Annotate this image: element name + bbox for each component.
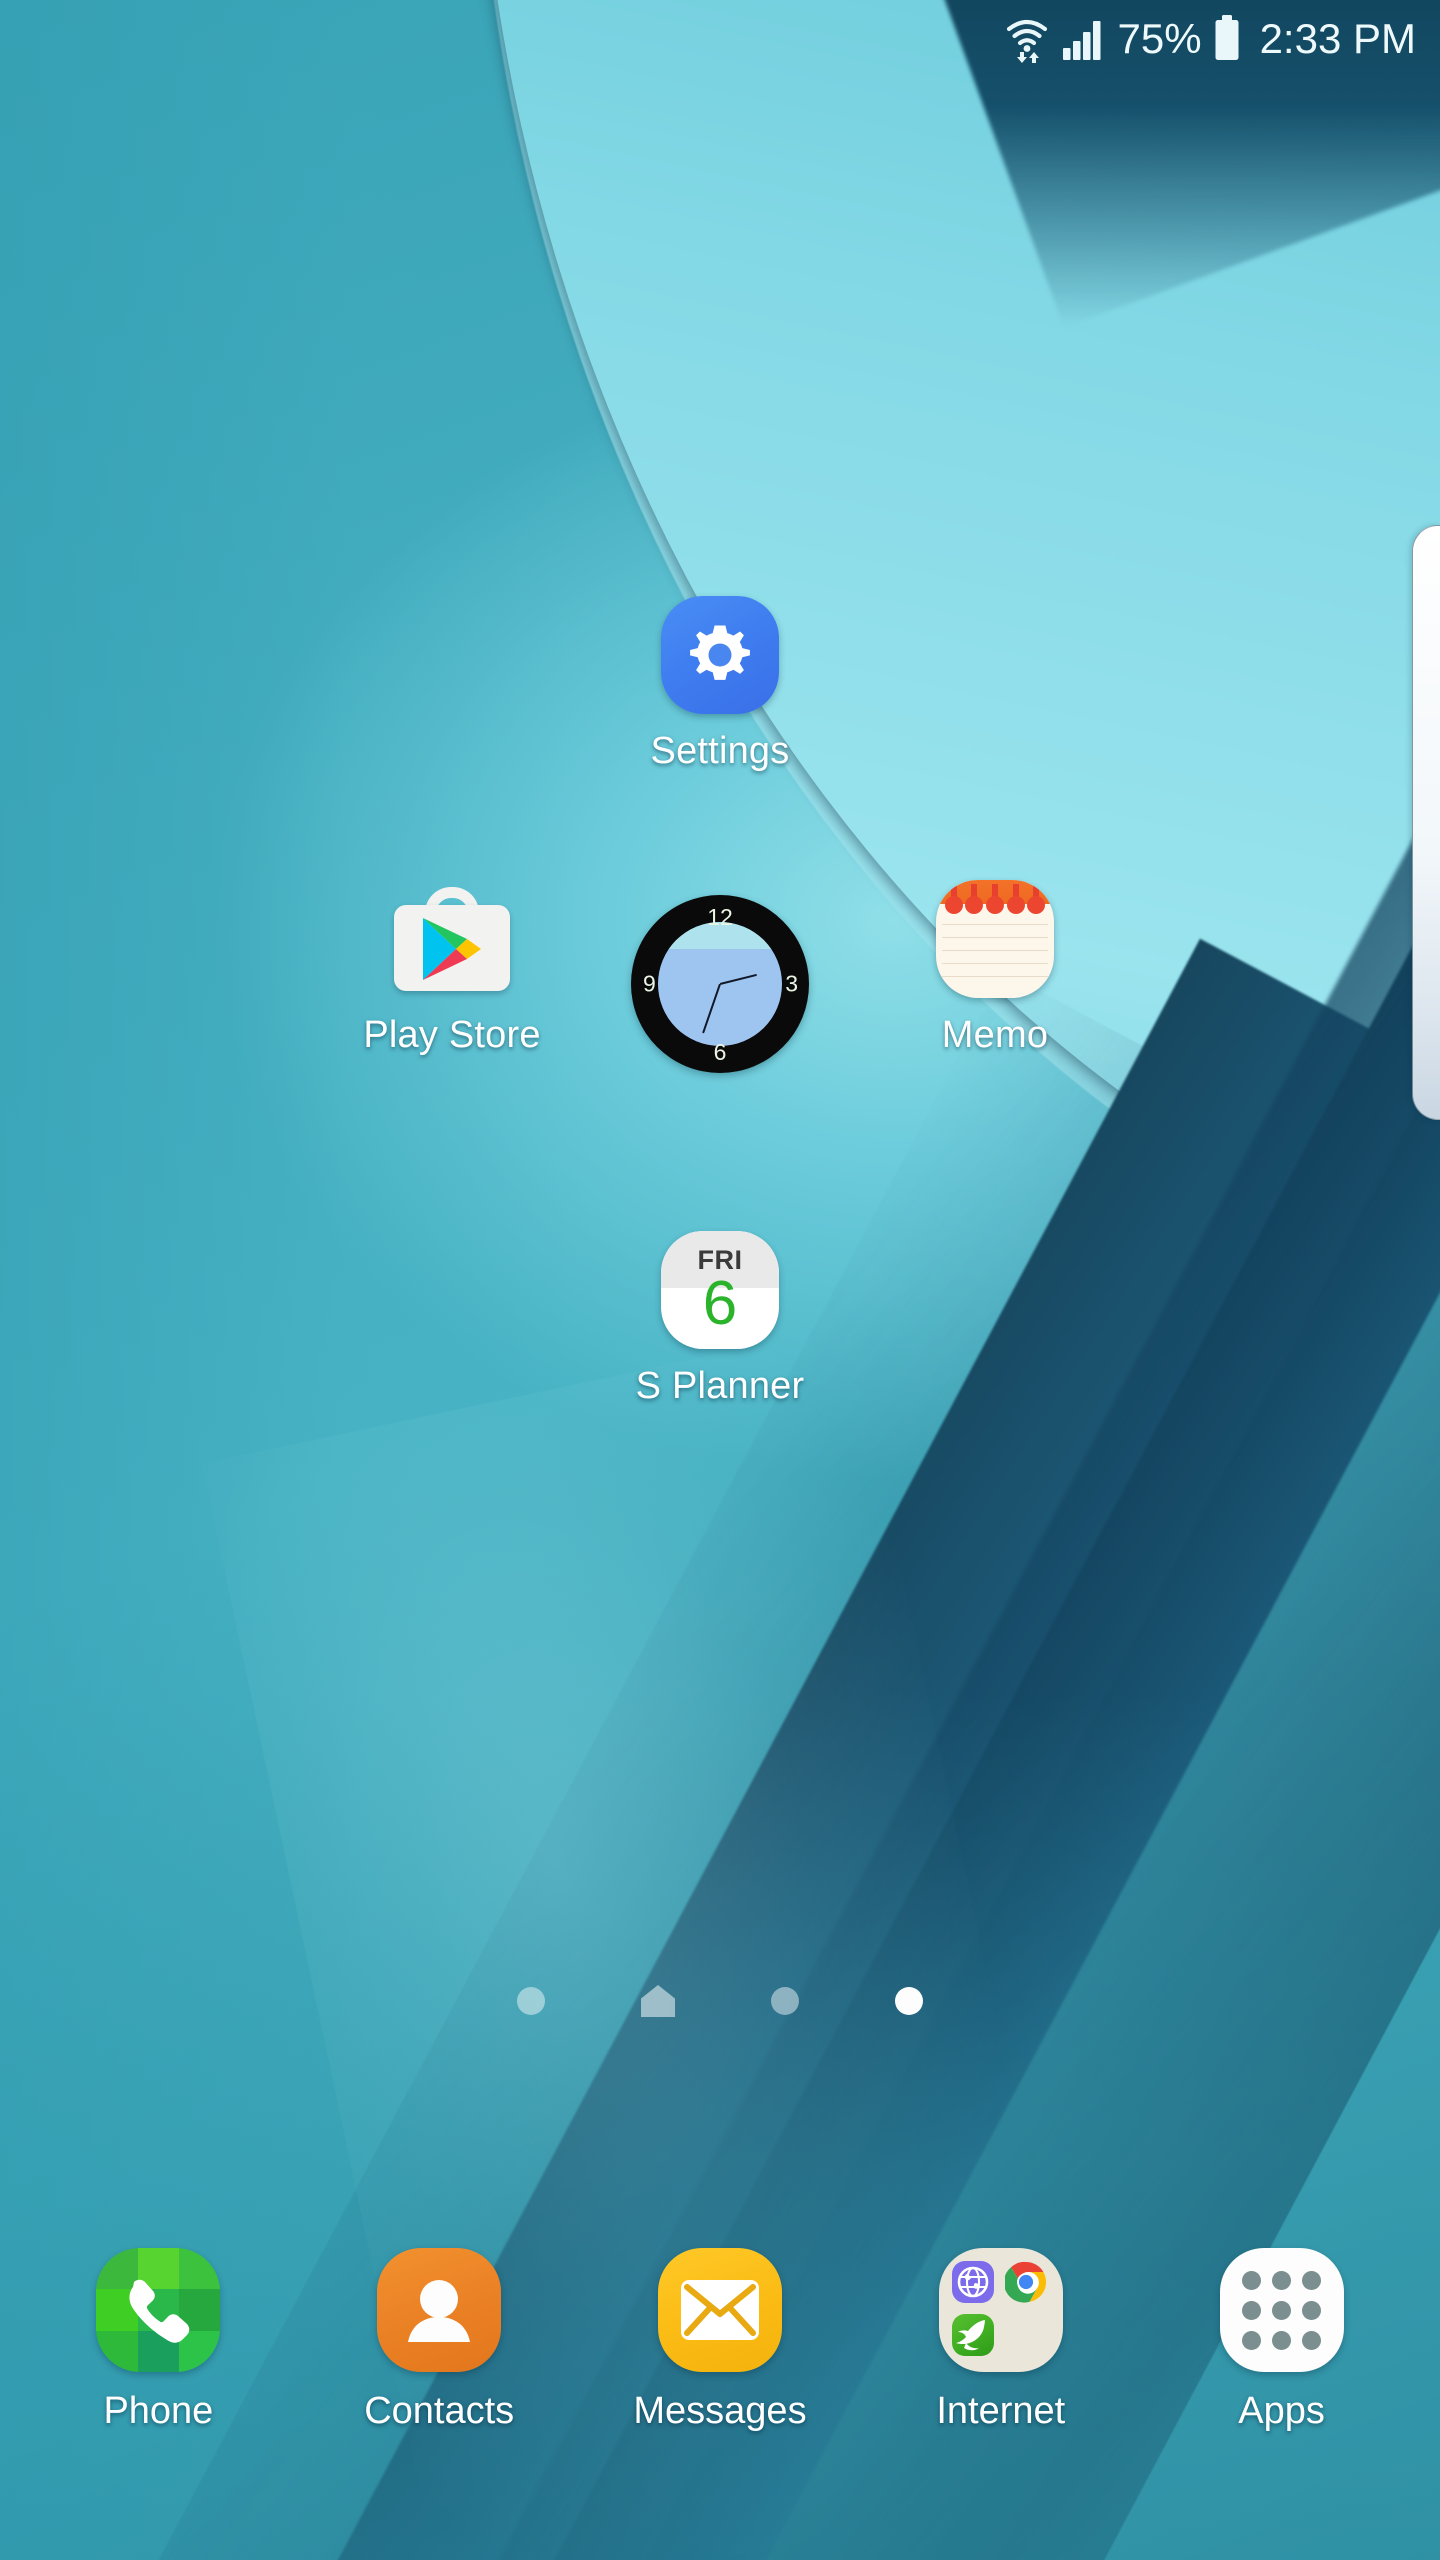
memo-spiral-rings bbox=[936, 884, 1054, 916]
s-planner-calendar-icon: FRI 6 bbox=[661, 1231, 779, 1349]
play-store-icon-wrap bbox=[393, 880, 511, 998]
app-label-s-planner: S Planner bbox=[635, 1365, 805, 1407]
messages-icon-wrap bbox=[657, 2248, 782, 2372]
clock-numeral-9: 9 bbox=[643, 970, 656, 997]
clock-numeral-3: 3 bbox=[785, 970, 798, 997]
apps-grid-icon bbox=[1219, 2248, 1344, 2372]
memo-ring bbox=[965, 884, 984, 914]
dock-item-contacts[interactable]: Contacts bbox=[314, 2248, 564, 2433]
battery-percent-label: 75% bbox=[1117, 15, 1202, 62]
clock-inner-dial bbox=[658, 922, 782, 1046]
app-icon-s-planner[interactable]: FRI 6 S Planner bbox=[605, 1231, 835, 1408]
app-label-memo: Memo bbox=[941, 1014, 1049, 1056]
clock-hour-hand bbox=[719, 973, 758, 985]
contacts-person-icon bbox=[377, 2248, 502, 2372]
app-icon-play-store[interactable]: Play Store bbox=[337, 880, 567, 1057]
clock-numeral-12: 12 bbox=[707, 904, 733, 930]
clock-numeral-6: 6 bbox=[713, 1039, 727, 1065]
samsung-internet-globe-icon bbox=[951, 2261, 994, 2303]
clock-minute-hand bbox=[702, 983, 721, 1034]
app-label-play-store: Play Store bbox=[363, 1014, 541, 1056]
dock-item-phone[interactable]: Phone bbox=[33, 2248, 283, 2433]
dock-item-apps[interactable]: Apps bbox=[1157, 2248, 1407, 2433]
apps-dot-grid bbox=[1242, 2270, 1322, 2350]
internet-icon-wrap bbox=[938, 2248, 1063, 2372]
apps-icon-wrap bbox=[1219, 2248, 1344, 2372]
dock-item-messages[interactable]: Messages bbox=[595, 2248, 845, 2433]
play-store-icon bbox=[394, 887, 510, 991]
page-dot-3[interactable] bbox=[771, 1987, 799, 2015]
edge-panel-handle[interactable] bbox=[1412, 525, 1440, 1120]
page-dot-1[interactable] bbox=[517, 1987, 545, 2015]
dock-label-internet: Internet bbox=[936, 2390, 1066, 2432]
settings-gear-icon bbox=[661, 596, 779, 714]
folder-empty-slot bbox=[1005, 2314, 1050, 2359]
analog-clock-widget[interactable]: 12 3 6 9 bbox=[605, 884, 835, 1084]
page-home-icon[interactable] bbox=[641, 1985, 675, 2017]
dock-label-contacts: Contacts bbox=[364, 2390, 515, 2432]
dock: Phone Contacts Messages Internet Apps bbox=[0, 2230, 1440, 2560]
chrome-icon bbox=[1004, 2261, 1047, 2303]
messages-envelope-icon bbox=[657, 2248, 782, 2372]
contacts-icon-wrap bbox=[377, 2248, 502, 2372]
memo-ring bbox=[1006, 884, 1025, 914]
memo-notepad-icon bbox=[936, 880, 1054, 998]
dolphin-browser-icon bbox=[951, 2314, 994, 2356]
dock-label-phone: Phone bbox=[103, 2390, 214, 2432]
memo-paper-lines bbox=[942, 924, 1048, 990]
page-dot-4-active[interactable] bbox=[895, 1987, 923, 2015]
memo-ring bbox=[985, 884, 1004, 914]
battery-icon bbox=[1212, 15, 1242, 63]
s-planner-day-number: 6 bbox=[702, 1269, 738, 1338]
memo-ring bbox=[1027, 884, 1046, 914]
dock-item-internet[interactable]: Internet bbox=[876, 2248, 1126, 2433]
internet-folder-icon bbox=[938, 2248, 1063, 2372]
app-icon-settings[interactable]: Settings bbox=[605, 596, 835, 773]
settings-icon-wrap bbox=[661, 596, 779, 714]
app-label-settings: Settings bbox=[650, 730, 790, 772]
phone-icon-wrap bbox=[96, 2248, 221, 2372]
dock-label-messages: Messages bbox=[633, 2390, 807, 2432]
play-store-bag-body bbox=[394, 905, 510, 991]
app-icon-memo[interactable]: Memo bbox=[880, 880, 1110, 1057]
cellular-signal-icon bbox=[1062, 17, 1106, 61]
memo-icon-wrap bbox=[936, 880, 1054, 998]
status-bar[interactable]: 75% 2:33 PM bbox=[0, 0, 1440, 78]
s-planner-icon-wrap: FRI 6 bbox=[661, 1231, 779, 1349]
status-bar-clock: 2:33 PM bbox=[1259, 15, 1416, 62]
clock-face: 12 3 6 9 bbox=[631, 895, 809, 1073]
page-indicator bbox=[0, 1985, 1440, 2017]
home-screen-grid: Settings Play Store 12 3 6 9 Memo FRI 6 … bbox=[0, 0, 1440, 2060]
memo-ring bbox=[944, 884, 963, 914]
dock-label-apps: Apps bbox=[1238, 2390, 1325, 2432]
wifi-icon bbox=[1004, 15, 1050, 63]
phone-handset-icon bbox=[96, 2248, 221, 2372]
folder-app-grid bbox=[951, 2261, 1050, 2359]
